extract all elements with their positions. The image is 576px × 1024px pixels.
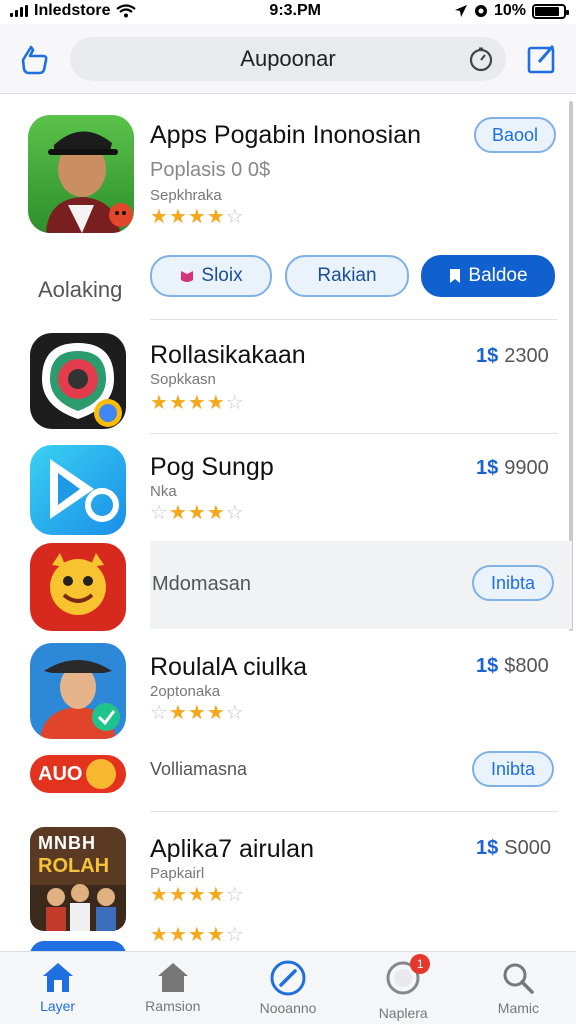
featured-developer: Sepkhraka <box>150 187 222 204</box>
app-action-3[interactable]: Inibta <box>472 565 554 601</box>
tab-label-mamic: Mamic <box>497 1000 540 1016</box>
app-sub-1: Sopkkasn <box>150 371 216 388</box>
action-button-3[interactable]: Baldoe <box>421 255 555 297</box>
app-icon-5-text: AUO <box>38 762 83 785</box>
featured-rating: ★ ★ ★ ★ ☆ <box>150 206 244 228</box>
tab-bar: Layer Ramsion Nooanno 1 Naplera Mamic <box>0 951 576 1024</box>
action-label-2: Rakian <box>317 265 377 286</box>
tab-mamic[interactable]: Mamic <box>461 952 576 1024</box>
app-list[interactable]: Apps Pogabin Inonosian Poplasis 0 0$ Sep… <box>0 95 576 951</box>
tab-layer[interactable]: Layer <box>0 952 115 1024</box>
nav-bar: Aupoonar <box>0 24 576 94</box>
tab-naplera[interactable]: 1 Naplera <box>346 952 461 1024</box>
clock: 9:3.PM <box>269 2 321 19</box>
status-bar: Inledstore 9:3.PM 10% <box>0 0 576 22</box>
back-button[interactable] <box>12 37 56 81</box>
compose-icon <box>527 44 555 73</box>
divider <box>150 433 558 434</box>
app-icon-7-peek[interactable] <box>30 941 126 951</box>
app-icon-6-text-bottom: ROLAH <box>38 855 110 877</box>
home-icon <box>42 963 73 992</box>
featured-get-label: Baool <box>491 124 539 145</box>
app-icon-2[interactable] <box>30 445 126 535</box>
app-title-5[interactable]: Volliamasna <box>150 759 247 780</box>
featured-left-label: Aolaking <box>38 277 123 302</box>
hand-back-icon <box>21 45 48 74</box>
app-price-2[interactable]: 1$ 9900 <box>476 457 549 480</box>
divider <box>150 319 558 320</box>
action-label-1: Sloix <box>201 265 243 286</box>
tab-badge: 1 <box>410 954 431 974</box>
search-icon <box>503 963 535 994</box>
app-title-6[interactable]: Aplika7 airulan <box>150 835 314 864</box>
smiley-icon <box>86 759 117 789</box>
app-action-label-5: Inibta <box>490 758 536 779</box>
action-button-2[interactable]: Rakian <box>285 255 409 297</box>
app-icon-6[interactable]: MNBH ROLAH <box>30 827 126 931</box>
app-title-1[interactable]: Rollasikakaan <box>150 341 306 370</box>
featured-get-button[interactable]: Baool <box>474 117 556 153</box>
app-title-3[interactable]: Mdomasan <box>152 573 251 596</box>
currency-2: 1$ <box>476 457 499 479</box>
amount-2: 9900 <box>504 457 549 479</box>
house-icon <box>157 963 188 992</box>
app-icon-4[interactable] <box>30 643 126 739</box>
app-icon-3[interactable] <box>30 543 126 631</box>
compose-button[interactable] <box>520 37 564 81</box>
notification-icon-wrap: 1 <box>384 954 431 1001</box>
app-action-5[interactable]: Inibta <box>472 751 554 787</box>
signal-icon <box>10 5 28 17</box>
battery-icon <box>531 3 569 19</box>
tab-label-ramsion: Ramsion <box>145 998 201 1014</box>
app-rating-1: ★ ★ ★ ★ ☆ <box>150 392 244 414</box>
app-sub-4: 2optonaka <box>150 683 221 700</box>
status-right: 10% <box>454 2 569 20</box>
app-price-6[interactable]: 1$ S000 <box>476 837 551 860</box>
currency-1: 1$ <box>476 345 499 367</box>
app-icon-featured[interactable] <box>28 115 134 233</box>
status-left: Inledstore <box>10 2 137 20</box>
search-text: Aupoonar <box>240 45 336 71</box>
app-rating-4: ☆ ★ ★ ★ ☆ <box>150 702 244 724</box>
app-title-4[interactable]: RoulalA ciulka <box>150 653 307 682</box>
amount-4: $800 <box>504 655 549 677</box>
shield-icon <box>474 5 487 17</box>
app-price-1[interactable]: 1$ 2300 <box>476 345 549 368</box>
battery-percent: 10% <box>493 2 526 19</box>
divider <box>150 811 558 812</box>
carrier-label: Inledstore <box>34 2 111 19</box>
app-rating-6b: ★ ★ ★ ★ ☆ <box>150 924 244 946</box>
tab-nooanno[interactable]: Nooanno <box>230 952 345 1024</box>
featured-title[interactable]: Apps Pogabin Inonosian <box>150 121 421 150</box>
featured-subtitle: Poplasis 0 0$ <box>150 159 271 181</box>
currency-6: 1$ <box>476 837 499 859</box>
app-title-2[interactable]: Pog Sungp <box>150 453 274 482</box>
app-price-4[interactable]: 1$ $800 <box>476 655 549 678</box>
tag-icon <box>181 271 194 282</box>
timer-icon[interactable] <box>468 46 494 78</box>
app-sub-6: Papkairl <box>150 865 205 882</box>
amount-1: 2300 <box>504 345 549 367</box>
app-rating-6: ★ ★ ★ ★ ☆ <box>150 884 244 906</box>
app-icon-1[interactable] <box>30 333 126 429</box>
app-rating-2: ☆ ★ ★ ★ ☆ <box>150 502 244 524</box>
search-bar[interactable]: Aupoonar <box>70 36 506 81</box>
tab-label-naplera: Naplera <box>378 1005 428 1021</box>
app-icon-5[interactable]: AUO <box>30 755 126 793</box>
app-action-label-3: Inibta <box>490 572 536 593</box>
action-button-1[interactable]: Sloix <box>150 255 272 297</box>
bookmark-icon <box>450 269 461 283</box>
action-label-3: Baldoe <box>468 265 528 286</box>
wifi-icon <box>116 4 137 18</box>
app-sub-2: Nka <box>150 483 177 500</box>
pencil-circle-icon <box>270 960 306 996</box>
app-icon-6-text-top: MNBH <box>38 833 96 853</box>
location-icon <box>454 5 467 17</box>
amount-6: S000 <box>504 837 551 859</box>
tab-label-layer: Layer <box>40 998 76 1014</box>
currency-4: 1$ <box>476 655 499 677</box>
tab-label-nooanno: Nooanno <box>259 1000 317 1016</box>
tab-ramsion[interactable]: Ramsion <box>115 952 230 1024</box>
